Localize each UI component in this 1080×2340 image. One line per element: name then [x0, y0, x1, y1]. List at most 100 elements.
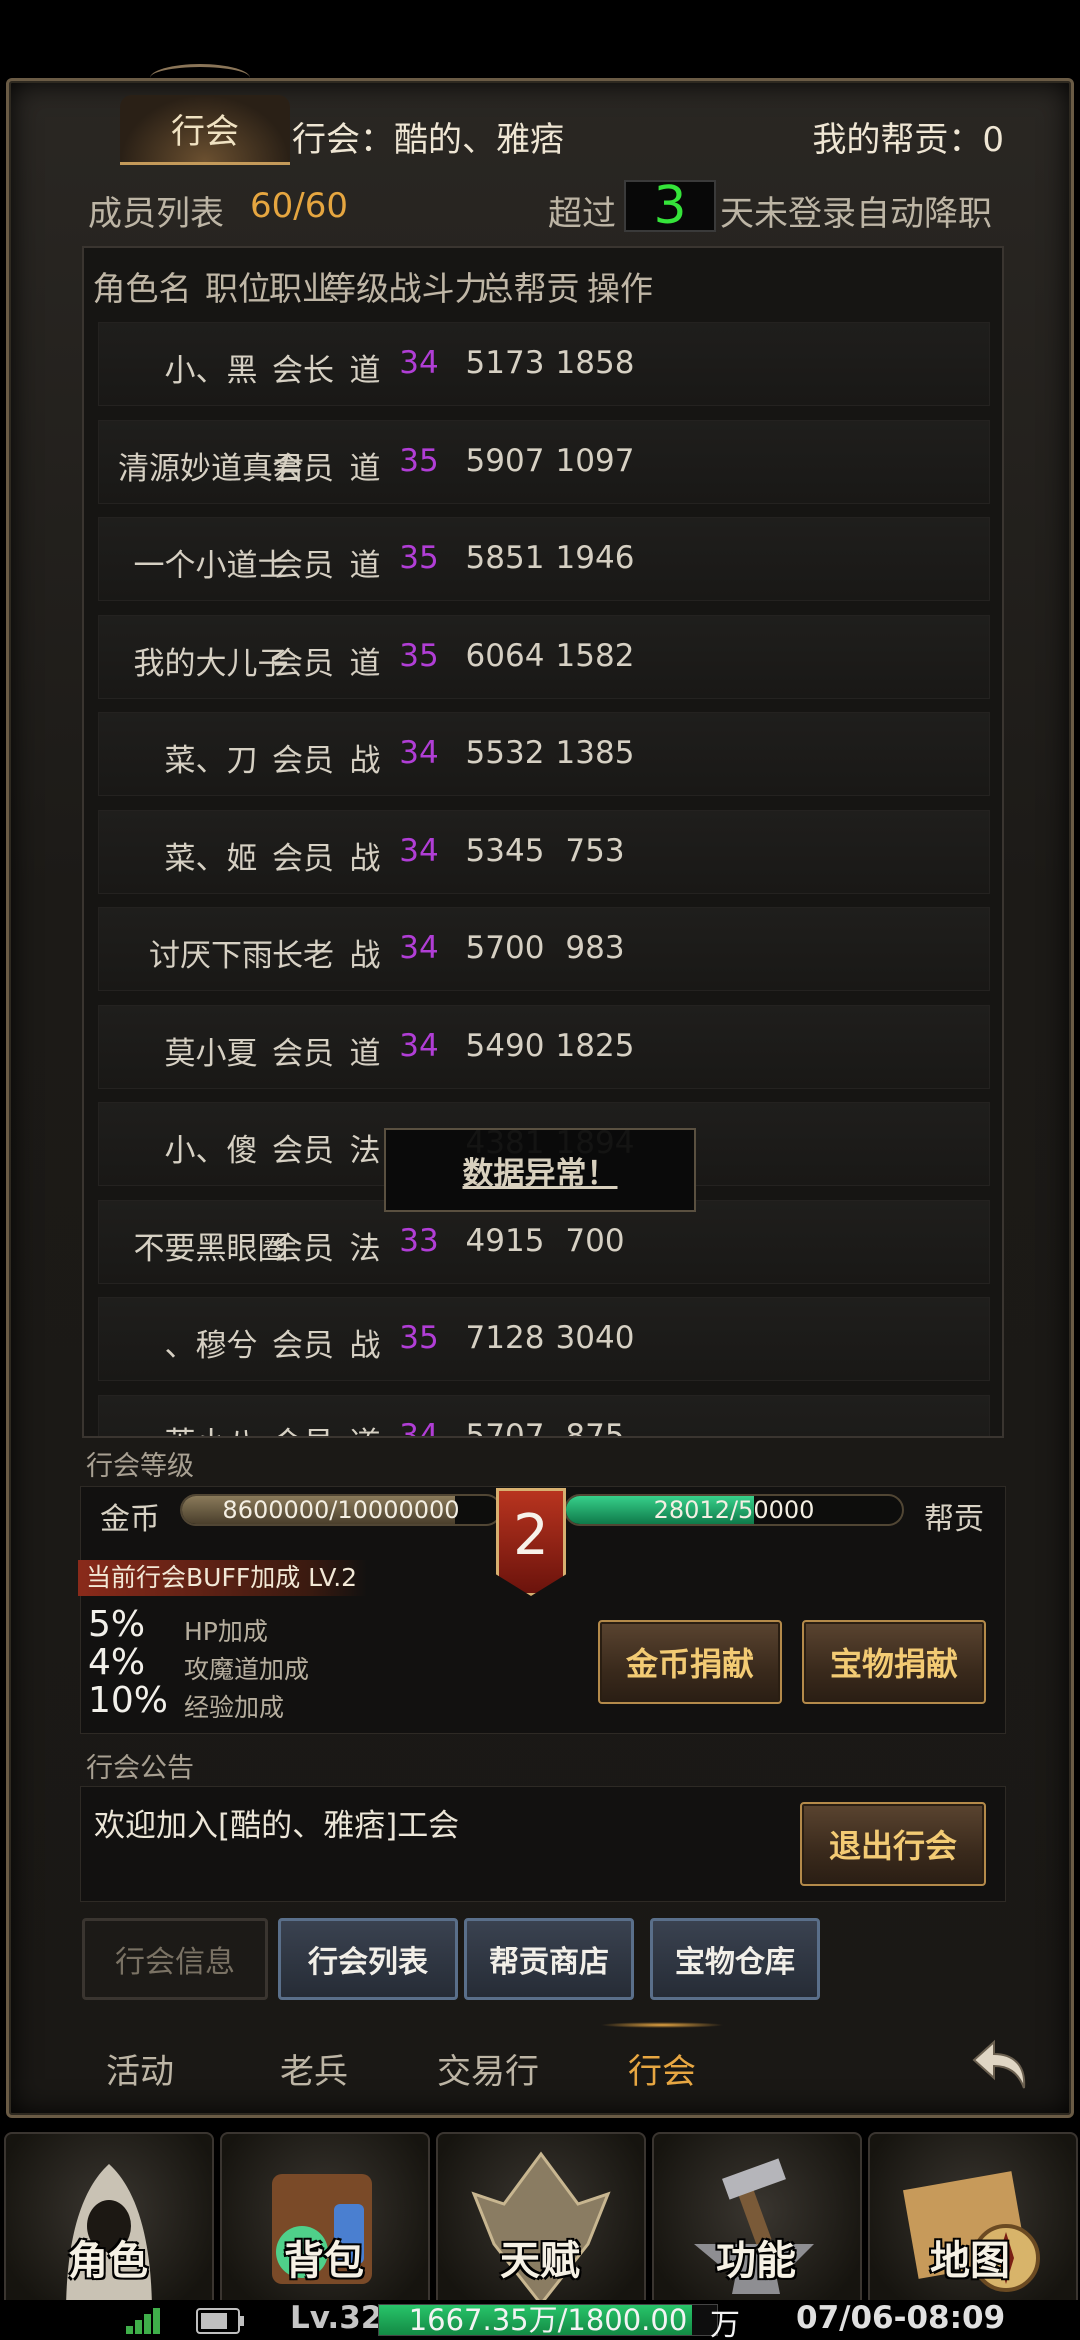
cell-contribution: 700 [565, 1222, 625, 1259]
cell-position: 长老 [272, 938, 334, 974]
cell-class: 道 [349, 1035, 381, 1072]
cell-level: 34 [399, 930, 439, 966]
contribution-label: 帮贡 [924, 1502, 984, 1537]
column-header: 职位 [205, 269, 271, 308]
cell-level: 33 [399, 1222, 439, 1259]
exp-text: 1667.35万/1800.00 [408, 2303, 688, 2337]
cell-class: 道 [349, 450, 381, 487]
table-row[interactable]: 、穆兮 会员战 35 7128 3040 [98, 1297, 990, 1381]
cell-contribution: 1825 [555, 1027, 635, 1064]
cell-position: 会长 [272, 353, 334, 389]
cell-level: 34 [399, 345, 439, 381]
cell-power: 7128 [465, 1320, 545, 1356]
buff-name: HP加成 [184, 1617, 268, 1646]
cell-level: 34 [399, 735, 439, 771]
subnav-veteran[interactable]: 老兵 [280, 2044, 348, 2093]
guild-level-label: 行会等级 [86, 1451, 194, 1482]
inactive-days-input[interactable]: 3 [624, 176, 716, 236]
buff-value: 5% [88, 1604, 146, 1645]
subnav-activity[interactable]: 活动 [106, 2044, 174, 2093]
table-row[interactable]: 一个小道士 会员道 35 5851 1946 [98, 517, 990, 601]
cell-level: 35 [399, 1320, 439, 1356]
subnav-guild[interactable]: 行会 [628, 2044, 696, 2093]
column-header: 战斗力 [388, 269, 488, 308]
nav-map-label: 地图 [930, 2237, 1010, 2284]
nav-talent-label: 天赋 [500, 2237, 580, 2284]
cell-position: 会员 [272, 548, 334, 584]
buff-value: 4% [88, 1642, 146, 1683]
exp-bar: 1667.35万/1800.00 [378, 2304, 718, 2336]
cell-power: 5851 [465, 540, 545, 576]
cell-name: 、穆兮 [164, 1328, 258, 1364]
cell-level: 35 [399, 637, 439, 674]
cell-contribution: 1385 [555, 735, 635, 771]
table-row[interactable]: 清源妙道真君 会员道 35 5907 1097 [98, 419, 990, 504]
frame-ornament [150, 64, 250, 92]
table-row[interactable]: 莫小夏 会员道 34 5490 1825 [98, 1004, 990, 1089]
cell-class: 战 [349, 1328, 381, 1364]
table-row[interactable]: 菜、姬 会员战 34 5345 753 [98, 809, 990, 894]
nav-function-label: 功能 [716, 2237, 796, 2284]
cell-power: 5173 [465, 345, 545, 381]
cell-power: 5907 [465, 442, 545, 479]
member-count: 60/60 [250, 186, 348, 226]
player-level: Lv.32 [290, 2300, 383, 2336]
cell-class: 道 [350, 1418, 381, 1437]
inactive-days-suffix: 天未登录自动降职 [720, 194, 992, 234]
column-header: 操作 [587, 269, 653, 308]
table-row[interactable]: 不要黑眼圈 会员法 33 4915 700 [98, 1199, 990, 1284]
table-row[interactable]: 小、黑 会长道 34 5173 1858 [98, 322, 990, 406]
column-header: 角色名 [92, 269, 192, 308]
date-time: 07/06-08:09 [796, 2300, 1006, 2336]
tab-guild-info[interactable]: 行会信息 [82, 1918, 268, 2000]
error-toast: 数据异常！ [384, 1128, 696, 1212]
buff-name: 攻魔道加成 [184, 1655, 310, 1684]
column-header: 等级 [323, 269, 389, 308]
guild-level-badge: 2 [496, 1488, 566, 1596]
guild-header-tab[interactable]: 行会 [120, 95, 290, 165]
contribution-progress-bar: 28012/50000 [564, 1494, 904, 1526]
back-arrow-icon[interactable] [968, 2030, 1038, 2100]
cell-power: 5700 [465, 930, 545, 966]
cell-contribution: 875 [565, 1417, 625, 1438]
gold-progress-bar: 8600000/10000000 [180, 1494, 502, 1526]
donate-treasure-button[interactable]: 宝物捐献 [802, 1620, 986, 1704]
table-row[interactable]: 菜、刀 会员战 34 5532 1385 [98, 712, 990, 796]
cell-class: 道 [349, 645, 381, 682]
cell-name: 小、黑 [164, 353, 258, 389]
table-row[interactable]: 莱小八会员道 34 5707 875 [98, 1394, 990, 1438]
buff-value: 10% [88, 1680, 169, 1721]
buff-name: 经验加成 [184, 1693, 285, 1722]
quit-guild-button[interactable]: 退出行会 [800, 1802, 986, 1886]
cell-contribution: 1582 [555, 637, 635, 674]
nav-backpack-label: 背包 [284, 2237, 364, 2284]
cell-level: 35 [399, 540, 439, 576]
cell-power: 5490 [465, 1027, 545, 1064]
cell-class: 战 [349, 840, 381, 877]
cell-name: 莱小八 [165, 1418, 258, 1437]
tab-treasure-vault[interactable]: 宝物仓库 [650, 1918, 820, 2000]
table-row[interactable]: 我的大儿子 会员道 35 6064 1582 [98, 614, 990, 699]
subnav-trading[interactable]: 交易行 [437, 2044, 539, 2093]
cell-name: 菜、姬 [164, 840, 258, 877]
donate-gold-button[interactable]: 金币捐献 [598, 1620, 782, 1704]
cell-class: 战 [349, 938, 381, 974]
member-table[interactable]: 角色名 职位 职业 等级 战斗力 总帮贡 操作 小、黑 会长道 34 5173 1858… [82, 246, 1004, 1438]
cell-contribution: 1946 [555, 540, 635, 576]
table-row[interactable]: 讨厌下雨 长老战 34 5700 983 [98, 907, 990, 991]
cell-contribution: 1097 [555, 442, 635, 479]
gold-progress-text: 8600000/10000000 [222, 1496, 460, 1524]
cell-contribution: 1858 [555, 345, 635, 381]
cell-contribution: 983 [565, 930, 625, 966]
cell-position: 会员 [272, 1328, 334, 1364]
tab-guild-list[interactable]: 行会列表 [278, 1918, 458, 2000]
cell-position: 会员 [272, 1133, 334, 1169]
tab-contribution-shop[interactable]: 帮贡商店 [464, 1918, 634, 2000]
contribution-progress-text: 28012/50000 [653, 1496, 815, 1524]
cell-contribution: 753 [565, 832, 625, 869]
cell-power: 5532 [465, 735, 545, 771]
cell-class: 战 [349, 743, 381, 779]
cell-position: 会员 [272, 1418, 334, 1437]
guild-notice-text: 欢迎加入[酷的、雅痞]工会 [94, 1808, 460, 1844]
guild-name: 行会：酷的、雅痞 [292, 120, 564, 160]
